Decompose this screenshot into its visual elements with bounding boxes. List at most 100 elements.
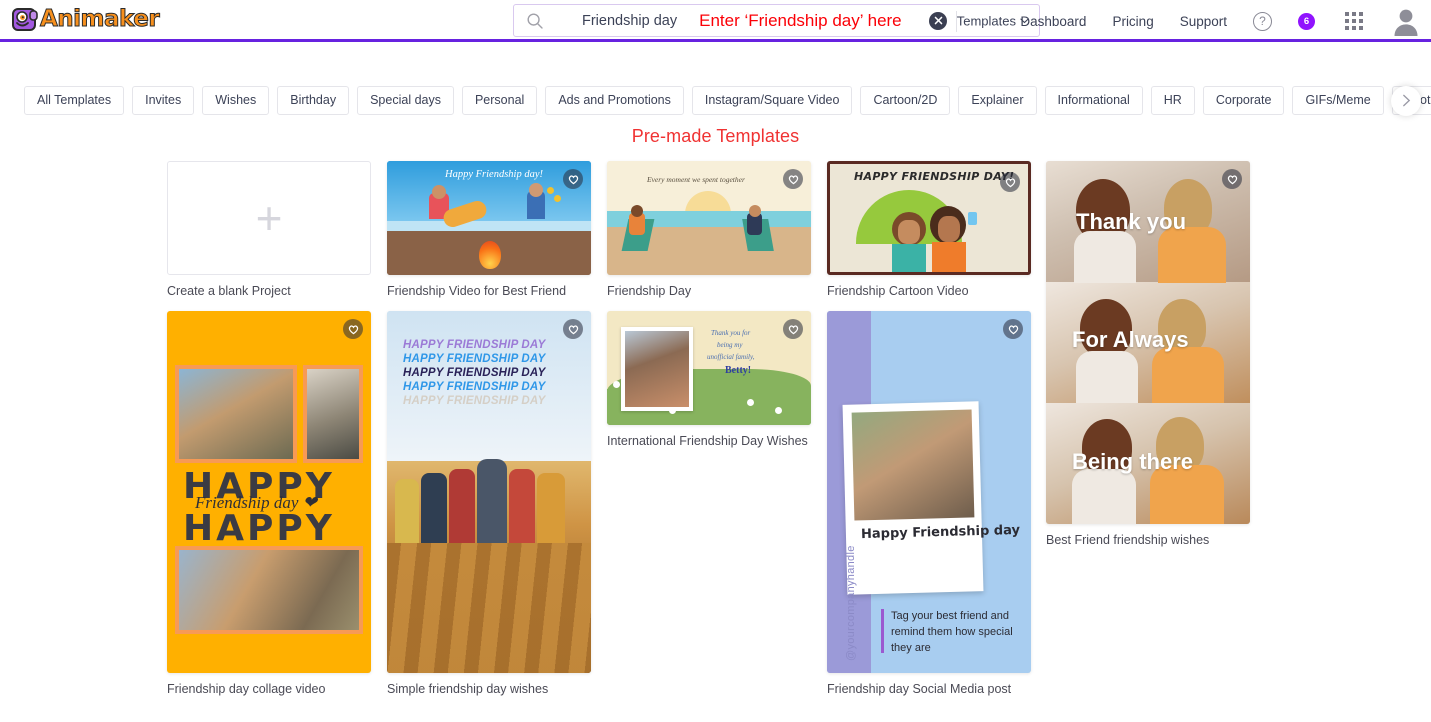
card-international-friendship-day-wishes[interactable]: Thank you for being my unofficial family… (607, 311, 811, 448)
art-handle: @yourcompanyhandle (845, 545, 857, 661)
card-title: Friendship Day (607, 284, 692, 298)
favorite-button[interactable] (1222, 169, 1242, 189)
heart-icon (568, 324, 578, 334)
card-create-blank-project[interactable]: + Create a blank Project (167, 161, 371, 298)
category-informational[interactable]: Informational (1044, 85, 1143, 116)
notification-badge[interactable]: 6 (1298, 12, 1315, 30)
favorite-button[interactable] (783, 319, 803, 339)
animaker-logo[interactable]: Animaker (10, 6, 160, 34)
category-wishes[interactable]: Wishes (202, 85, 270, 116)
category-ads-and-promotions[interactable]: Ads and Promotions (545, 85, 684, 116)
heart-icon (788, 174, 798, 184)
clear-search-button[interactable] (929, 11, 947, 30)
help-icon[interactable]: ? (1253, 11, 1272, 31)
card-title: Friendship Video for Best Friend (387, 284, 567, 298)
categories-next-button[interactable] (1391, 85, 1421, 116)
heart-icon (1008, 324, 1018, 334)
card-simple-friendship-day-wishes[interactable]: HAPPY FRIENDSHIP DAY HAPPY FRIENDSHIP DA… (387, 311, 591, 696)
close-icon (934, 16, 942, 25)
favorite-button[interactable] (783, 169, 803, 189)
card-title: International Friendship Day Wishes (607, 434, 808, 448)
chevron-right-icon (1402, 94, 1410, 107)
category-birthday[interactable]: Birthday (277, 85, 350, 116)
art-text-4: Betty! (725, 365, 752, 376)
card-title: Simple friendship day wishes (387, 682, 549, 696)
card-friendship-day-collage-video[interactable]: HAPPY Friendship day ❤ HAPPY Friendship … (167, 311, 371, 696)
apps-grid-icon[interactable] (1345, 12, 1363, 30)
blank-project-thumb[interactable]: + (167, 161, 371, 275)
art-line-2: HAPPY FRIENDSHIP DAY (403, 353, 546, 365)
favorite-button[interactable] (1000, 172, 1020, 192)
art-text-2: For Always (1072, 327, 1189, 352)
art-text-1: Thank you (1076, 209, 1187, 234)
search-annotation: Enter ‘Friendship day’ here (699, 10, 902, 30)
card-title: Best Friend friendship wishes (1046, 533, 1210, 547)
category-hr[interactable]: HR (1150, 85, 1195, 116)
favorite-button[interactable] (563, 319, 583, 339)
category-gifs-meme[interactable]: GIFs/Meme (1292, 85, 1384, 116)
search-input-value[interactable]: Friendship day (582, 13, 677, 29)
card-friendship-video-for-best-friend[interactable]: Happy Friendship day! Friendship Video f… (387, 161, 591, 298)
search-bar[interactable]: Friendship day Enter ‘Friendship day’ he… (513, 4, 1040, 37)
art-text-3: unofficial family, (707, 353, 755, 361)
art-text-1: Thank you for (711, 329, 751, 337)
category-corporate[interactable]: Corporate (1202, 85, 1285, 116)
category-special-days[interactable]: Special days (357, 85, 454, 116)
art-line-3: HAPPY FRIENDSHIP DAY (403, 367, 546, 379)
social-post-thumb[interactable]: Happy Friendship day Tag your best frien… (827, 311, 1031, 673)
heart-icon (788, 324, 798, 334)
art-text-1: Happy Friendship day (860, 522, 1021, 543)
user-avatar[interactable] (1391, 6, 1421, 36)
art-line-5: HAPPY FRIENDSHIP DAY (403, 395, 546, 407)
search-type-dropdown[interactable]: Templates (957, 13, 1029, 28)
nav-link-support[interactable]: Support (1180, 14, 1227, 29)
card-title: Create a blank Project (167, 284, 291, 298)
best-friend-video-thumb[interactable]: Happy Friendship day! (387, 161, 591, 275)
art-text: HAPPY FRIENDSHIP DAY! (854, 170, 1015, 183)
heart-icon (568, 174, 578, 184)
art-text: Every moment we spent together (647, 175, 745, 184)
card-title: Friendship day collage video (167, 682, 326, 696)
category-cartoon-2d[interactable]: Cartoon/2D (860, 85, 951, 116)
category-all-templates[interactable]: All Templates (24, 85, 125, 116)
heart-icon (348, 324, 358, 334)
simple-wishes-thumb[interactable]: HAPPY FRIENDSHIP DAY HAPPY FRIENDSHIP DA… (387, 311, 591, 673)
favorite-button[interactable] (563, 169, 583, 189)
card-friendship-cartoon-video[interactable]: HAPPY FRIENDSHIP DAY! Friendship Cartoon… (827, 161, 1031, 298)
search-icon (526, 12, 544, 30)
collage-video-thumb[interactable]: HAPPY Friendship day ❤ HAPPY (167, 311, 371, 673)
favorite-button[interactable] (343, 319, 363, 339)
plus-icon: + (255, 192, 283, 244)
section-title: Pre-made Templates (631, 126, 800, 146)
heart-icon (1005, 177, 1015, 187)
art-text-2: Tag your best friend and remind them how… (891, 610, 1013, 654)
art-line-1: HAPPY FRIENDSHIP DAY (403, 339, 546, 351)
card-title: Friendship day Social Media post (827, 682, 1012, 696)
art-line-4: HAPPY FRIENDSHIP DAY (403, 381, 546, 393)
top-bar: Animaker Friendship day Enter ‘Friendshi… (0, 0, 1431, 42)
intl-wishes-thumb[interactable]: Thank you for being my unofficial family… (607, 311, 811, 425)
art-text-2: being my (717, 341, 743, 349)
best-friend-wishes-thumb[interactable]: Thank you For Always Being there (1046, 161, 1250, 524)
card-best-friend-friendship-wishes[interactable]: Thank you For Always Being there Best Fr… (1046, 161, 1250, 547)
card-title: Friendship Cartoon Video (827, 284, 969, 298)
nav-link-pricing[interactable]: Pricing (1112, 14, 1153, 29)
category-filter-bar: All Templates Invites Wishes Birthday Sp… (0, 77, 1431, 124)
art-text: Happy Friendship day! (445, 169, 543, 180)
nav-link-dashboard[interactable]: Dashboard (1020, 14, 1086, 29)
category-invites[interactable]: Invites (132, 85, 195, 116)
art-text-3: Being there (1072, 449, 1194, 474)
heart-icon (1227, 174, 1237, 184)
cartoon-video-thumb[interactable]: HAPPY FRIENDSHIP DAY! (827, 161, 1031, 275)
collage-art-happy-bottom: HAPPY (183, 508, 335, 549)
card-friendship-day[interactable]: Every moment we spent together Friendshi… (607, 161, 811, 298)
category-personal[interactable]: Personal (461, 85, 538, 116)
category-explainer[interactable]: Explainer (958, 85, 1037, 116)
card-friendship-day-social-media-post[interactable]: Happy Friendship day Tag your best frien… (827, 311, 1031, 696)
animaker-mascot-icon (10, 6, 40, 34)
favorite-button[interactable] (1003, 319, 1023, 339)
friendship-day-thumb[interactable]: Every moment we spent together (607, 161, 811, 275)
animaker-wordmark: Animaker (39, 6, 160, 32)
category-instagram-square-video[interactable]: Instagram/Square Video (691, 85, 853, 116)
search-type-label: Templates (956, 13, 1016, 28)
